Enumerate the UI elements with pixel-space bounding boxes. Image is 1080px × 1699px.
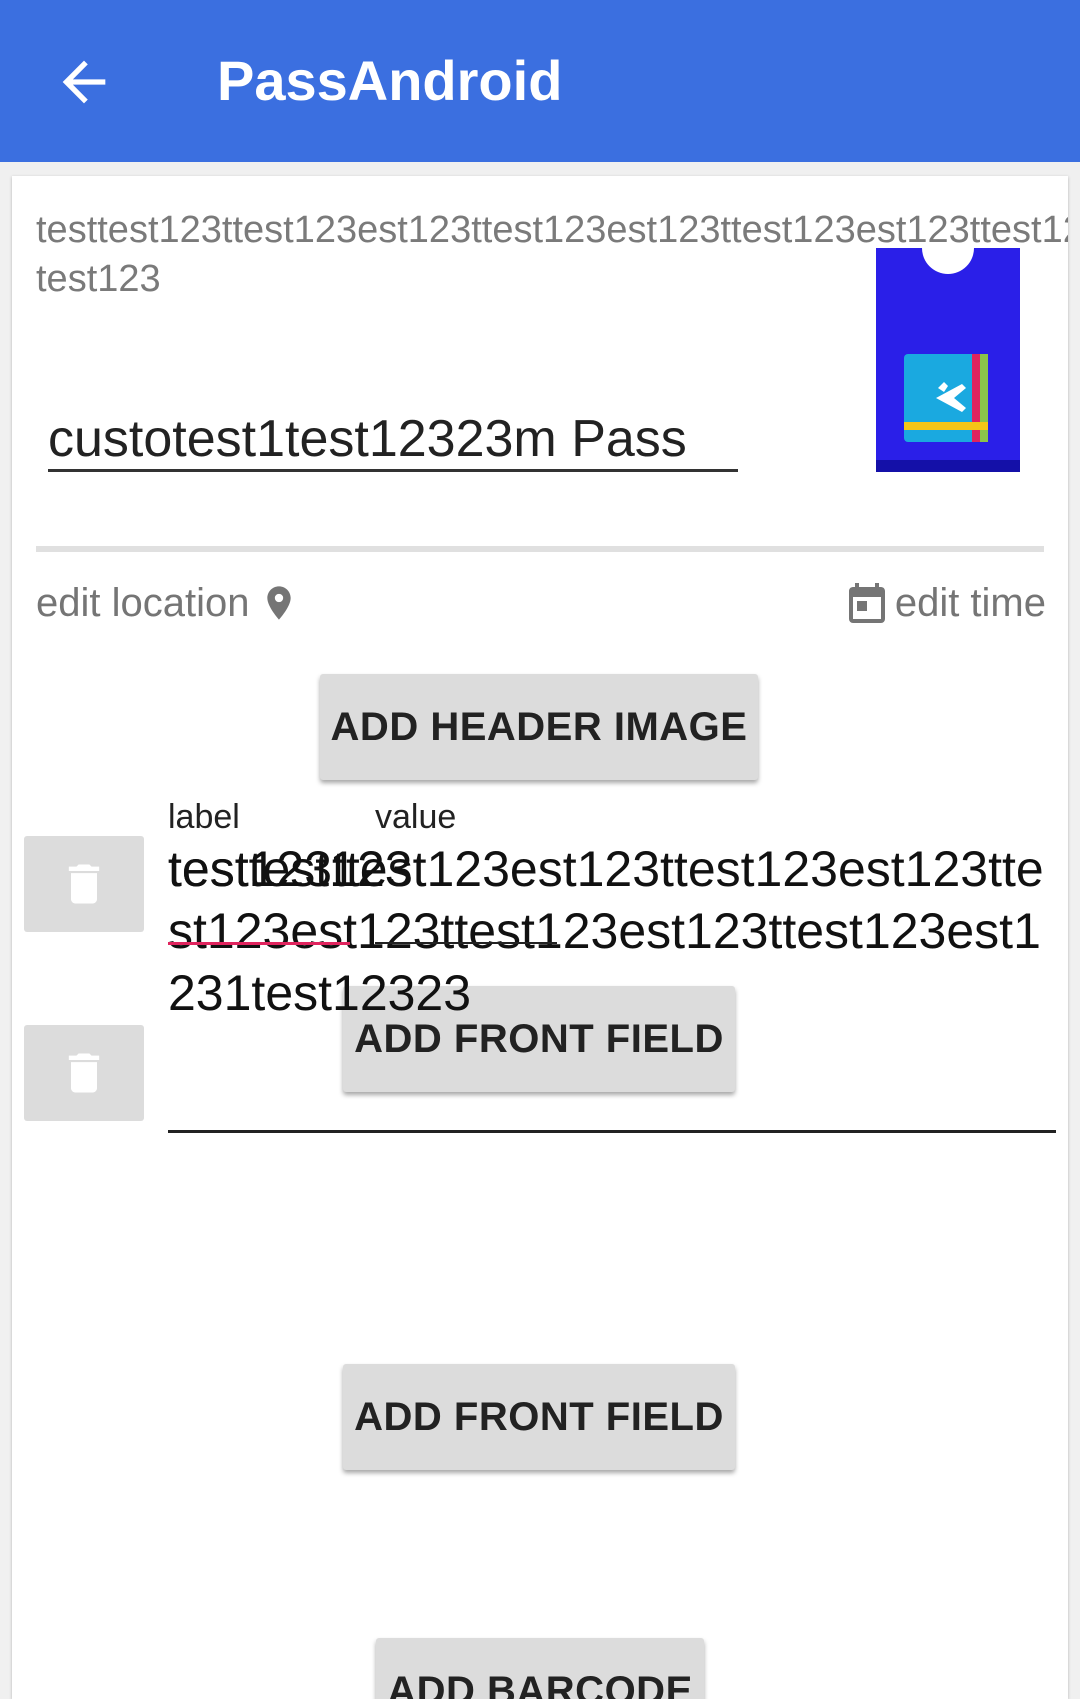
field-value-input[interactable]: test123ttest123est123ttest123est123ttest…	[168, 838, 1068, 1024]
edit-location-button[interactable]: edit location	[36, 578, 299, 628]
pass-name-input[interactable]	[48, 408, 738, 472]
calendar-icon	[848, 583, 885, 623]
edit-location-label: edit location	[36, 580, 250, 625]
value-caption: value	[375, 798, 457, 836]
delete-field-button[interactable]	[24, 836, 144, 932]
airplane-boarding-pass-icon[interactable]	[876, 248, 1020, 472]
add-front-field-button[interactable]: ADD FRONT FIELD	[343, 1364, 735, 1470]
value-input-underline	[168, 1130, 1056, 1133]
trash-icon	[68, 864, 100, 904]
trash-icon	[68, 1053, 100, 1093]
label-caption: label	[168, 798, 240, 836]
arrow-left-icon	[62, 60, 106, 104]
add-barcode-button[interactable]: ADD BARCODE	[376, 1638, 704, 1699]
value-input-underline-short	[375, 942, 557, 944]
app-title: PassAndroid	[217, 49, 563, 112]
app-bar: PassAndroid	[0, 0, 1080, 162]
pass-edit-card: testtest123ttest123est123ttest123est123t…	[12, 176, 1068, 1699]
edit-time-label: edit time	[894, 580, 1046, 625]
divider	[36, 546, 1044, 552]
back-button[interactable]	[52, 50, 116, 114]
delete-field-button[interactable]	[24, 1025, 144, 1121]
add-header-image-button[interactable]: ADD HEADER IMAGE	[320, 674, 758, 780]
label-input-underline	[168, 942, 350, 945]
pass-description[interactable]: testtest123ttest123est123ttest123est123t…	[36, 206, 1068, 304]
location-pin-icon	[267, 586, 292, 620]
edit-time-button[interactable]: edit time	[843, 578, 1046, 628]
